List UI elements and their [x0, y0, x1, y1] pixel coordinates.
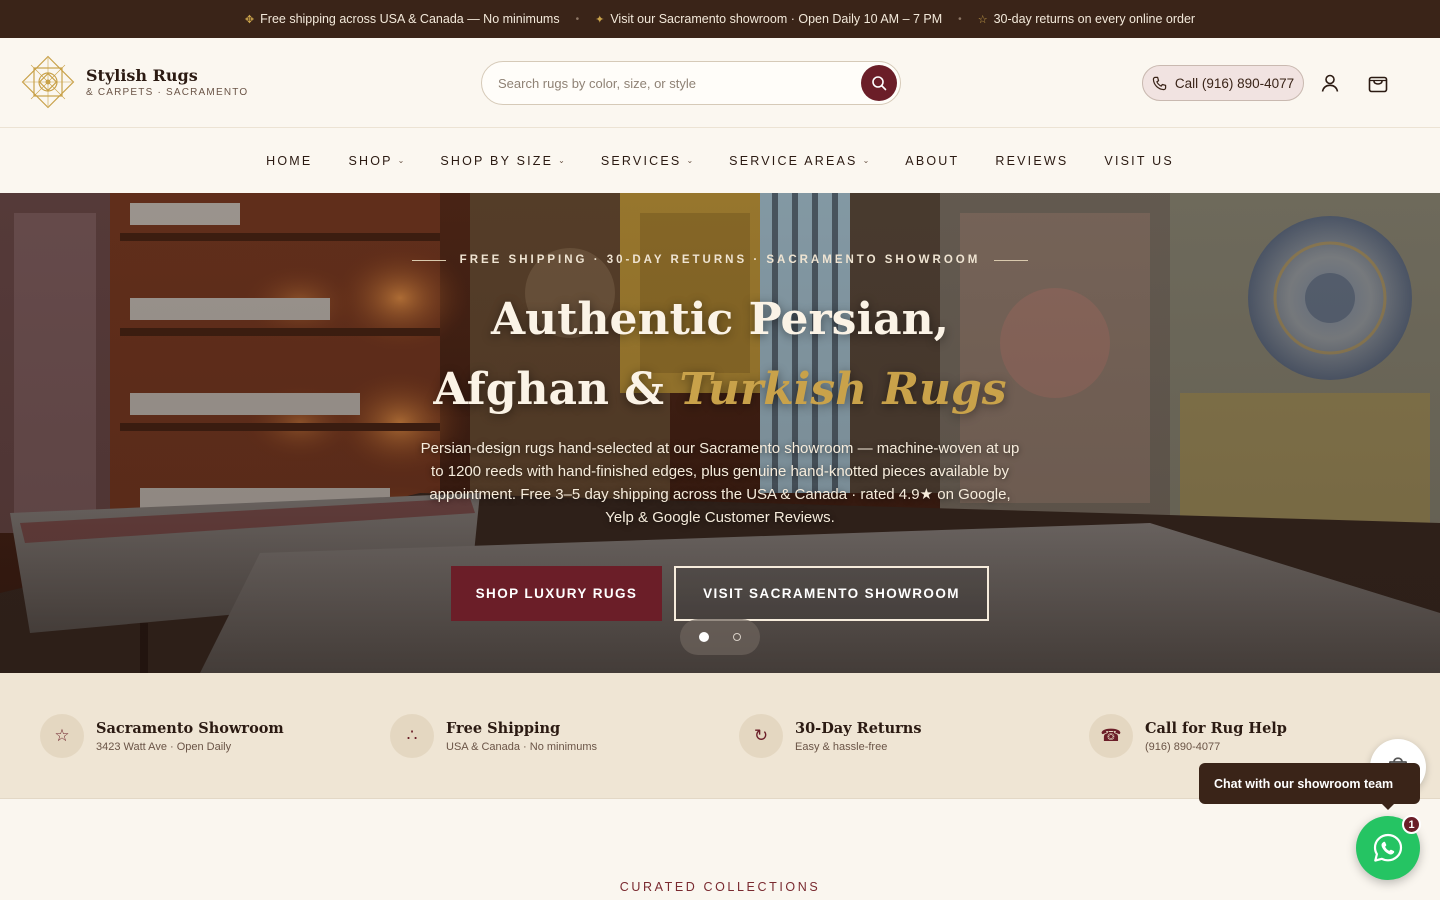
nav-item-label: VISIT US [1104, 153, 1174, 168]
announcement-text: Visit our Sacramento showroom · Open Dai… [610, 12, 943, 26]
account-icon [1321, 74, 1339, 92]
logo-mark-icon [21, 55, 75, 109]
hero-headline-line1: Authentic Persian, [491, 294, 949, 345]
nav-item-shop[interactable]: SHOP ⌄ [330, 154, 422, 168]
nav-item-label: SHOP [348, 153, 393, 168]
search-input[interactable] [498, 75, 838, 91]
sparkle-icon: ✦ [595, 13, 605, 26]
phone-icon [1152, 76, 1167, 90]
call-button-label: Call (916) 890-4077 [1174, 75, 1295, 91]
hero-eyebrow: FREE SHIPPING · 30-DAY RETURNS · SACRAME… [0, 254, 1440, 266]
shop-luxury-rugs-button[interactable]: SHOP LUXURY RUGS [451, 566, 662, 621]
nav-item-label: SERVICES [600, 153, 682, 168]
nav-item-label: HOME [266, 153, 313, 168]
star-icon: ☆ [40, 714, 84, 758]
eyebrow-divider [411, 259, 446, 261]
site-header: Stylish Rugs & CARPETS · SACRAMENTO Call… [0, 38, 1440, 128]
whatsapp-icon [1373, 833, 1403, 862]
brand-logo[interactable]: Stylish Rugs & CARPETS · SACRAMENTO [20, 54, 248, 110]
trust-item-title: Free Shipping [446, 719, 561, 737]
nav-item-service-areas[interactable]: SERVICE AREAS ⌄ [711, 154, 887, 168]
brand-tagline: & CARPETS · SACRAMENTO [86, 87, 249, 99]
announcement-text: 30-day returns on every online order [993, 12, 1196, 26]
ornament-icon: ✥ [244, 13, 255, 26]
nav-item-label: ABOUT [905, 153, 960, 168]
nav-item-services[interactable]: SERVICES ⌄ [583, 154, 711, 168]
nav-item-reviews[interactable]: REVIEWS [977, 154, 1086, 168]
announcement-bar: ✥ Free shipping across USA & Canada — No… [0, 0, 1440, 38]
eyebrow-divider [994, 259, 1029, 261]
visit-showroom-button[interactable]: VISIT SACRAMENTO SHOWROOM [674, 566, 989, 621]
slide-dot-active[interactable] [699, 632, 709, 642]
nav-item-home[interactable]: HOME [248, 154, 330, 168]
search-icon [872, 76, 887, 91]
announcement-text: Free shipping across USA & Canada — No m… [260, 12, 560, 26]
announcement-separator: • [958, 13, 962, 25]
trust-item-returns: ↻ 30-Day Returns Easy & hassle-free [739, 714, 922, 758]
slider-pagination [680, 619, 760, 655]
trust-item-title: Call for Rug Help [1145, 719, 1287, 737]
announcement-separator: • [575, 13, 580, 25]
main-navigation: HOME SHOP ⌄ SHOP BY SIZE ⌄ SERVICES ⌄ SE… [0, 128, 1440, 193]
hero-headline-line2: Afghan & Turkish Rugs [0, 355, 1440, 425]
hero-headline: Authentic Persian, Afghan & Turkish Rugs [0, 285, 1440, 425]
nav-item-label: SHOP BY SIZE [440, 153, 554, 168]
announcement-item-showroom: ✦ Visit our Sacramento showroom · Open D… [595, 12, 942, 26]
shipping-icon: ∴ [390, 714, 434, 758]
brand-name: Stylish Rugs [86, 65, 198, 85]
nav-item-label: REVIEWS [995, 153, 1069, 168]
search-box [481, 61, 901, 105]
brand-text: Stylish Rugs & CARPETS · SACRAMENTO [86, 66, 248, 98]
announcement-item-returns: ☆ 30-day returns on every online order [978, 12, 1195, 26]
hero-banner: FREE SHIPPING · 30-DAY RETURNS · SACRAME… [0, 193, 1440, 673]
returns-icon: ↻ [739, 714, 783, 758]
hero-headline-line2-a: Afghan & [433, 364, 680, 415]
chevron-down-icon: ⌄ [862, 156, 870, 165]
chat-bubble-tail [1380, 802, 1396, 810]
account-button[interactable] [1318, 71, 1342, 95]
unread-count-badge: 1 [1402, 815, 1421, 834]
search-button[interactable] [861, 65, 897, 101]
nav-item-label: SERVICE AREAS [729, 153, 858, 168]
star-icon: ☆ [977, 13, 988, 26]
chat-prompt-bubble[interactable]: Chat with our showroom team [1199, 763, 1420, 804]
trust-item-text: 30-Day Returns Easy & hassle-free [795, 720, 922, 753]
trust-item-subtitle: (916) 890-4077 [1145, 740, 1221, 753]
nav-item-shop-by-size[interactable]: SHOP BY SIZE ⌄ [422, 154, 582, 168]
trust-item-title: 30-Day Returns [795, 719, 922, 737]
announcement-item-shipping: ✥ Free shipping across USA & Canada — No… [245, 12, 560, 26]
hero-description: Persian-design rugs hand-selected at our… [420, 440, 1020, 526]
hero-headline-highlight: Turkish Rugs [679, 364, 1007, 415]
trust-item-call[interactable]: ☎ Call for Rug Help (916) 890-4077 [1089, 714, 1287, 758]
trust-item-subtitle: USA & Canada · No minimums [446, 740, 597, 753]
trust-item-text: Call for Rug Help (916) 890-4077 [1145, 720, 1287, 753]
hero-eyebrow-text: FREE SHIPPING · 30-DAY RETURNS · SACRAME… [459, 254, 981, 266]
chevron-down-icon: ⌄ [558, 156, 565, 165]
cart-button[interactable] [1366, 71, 1390, 95]
nav-item-visit-us[interactable]: VISIT US [1086, 154, 1191, 168]
chevron-down-icon: ⌄ [686, 156, 694, 165]
phone-icon: ☎ [1089, 714, 1133, 758]
call-button[interactable]: Call (916) 890-4077 [1142, 65, 1304, 101]
nav-item-about[interactable]: ABOUT [887, 154, 977, 168]
trust-item-text: Sacramento Showroom 3423 Watt Ave · Open… [96, 720, 284, 753]
trust-item-subtitle: 3423 Watt Ave · Open Daily [96, 740, 232, 753]
slide-dot[interactable] [733, 633, 741, 641]
trust-item-text: Free Shipping USA & Canada · No minimums [446, 720, 597, 753]
trust-item-shipping: ∴ Free Shipping USA & Canada · No minimu… [390, 714, 597, 758]
cart-icon [1368, 76, 1388, 93]
chevron-down-icon: ⌄ [397, 156, 405, 165]
trust-item-title: Sacramento Showroom [96, 719, 284, 737]
trust-item-showroom: ☆ Sacramento Showroom 3423 Watt Ave · Op… [40, 714, 284, 758]
trust-item-subtitle: Easy & hassle-free [795, 740, 888, 753]
curated-collections-heading: CURATED COLLECTIONS [619, 880, 821, 894]
